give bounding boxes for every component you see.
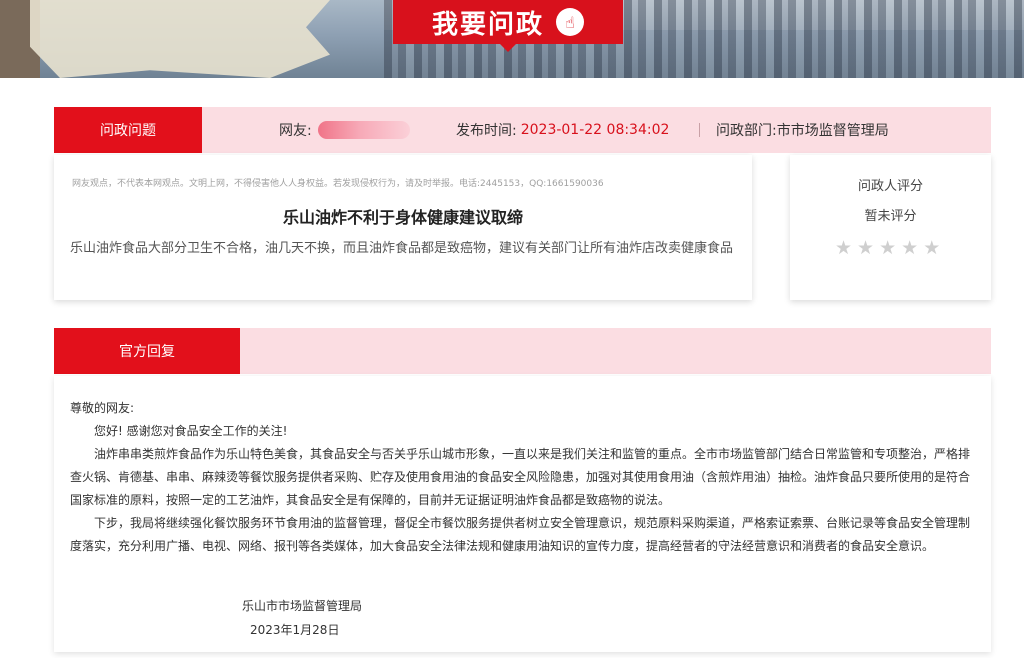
star-icon[interactable]: ★ bbox=[879, 239, 896, 258]
tab-official-reply[interactable]: 官方回复 bbox=[54, 328, 240, 374]
banner-title: 我要问政 ☝ bbox=[393, 0, 623, 44]
banner-title-text: 我要问政 bbox=[431, 9, 544, 40]
question-publish-time: 发布时间: 2023-01-22 08:34:02 bbox=[456, 107, 669, 153]
dept-label: 问政部门: bbox=[716, 123, 777, 139]
user-label: 网友: bbox=[279, 123, 312, 139]
rating-label: 问政人评分 bbox=[857, 179, 923, 194]
meta-divider bbox=[699, 123, 700, 137]
time-label: 发布时间: bbox=[456, 123, 517, 139]
question-body: 乐山油炸食品大部分卫生不合格，油几天不换，而且油炸食品都是致癌物，建议有关部门让… bbox=[70, 241, 734, 256]
time-value: 2023-01-22 08:34:02 bbox=[520, 122, 670, 138]
disclaimer-notice: 网友观点，不代表本网观点。文明上网，不得侵害他人人身权益。若发现侵权行为，请及时… bbox=[72, 179, 604, 189]
dept-value: 市市场监督管理局 bbox=[776, 123, 889, 139]
rating-stars[interactable]: ★ ★ ★ ★ ★ bbox=[835, 239, 940, 258]
reply-signature: 乐山市市场监督管理局 bbox=[242, 599, 363, 613]
star-icon[interactable]: ★ bbox=[835, 239, 852, 258]
reply-text: 尊敬的网友: 您好! 感谢您对食品安全工作的关注! 油炸串串类煎炸食品作为乐山特… bbox=[70, 397, 975, 558]
star-icon[interactable]: ★ bbox=[857, 239, 874, 258]
reply-card: 尊敬的网友: 您好! 感谢您对食品安全工作的关注! 油炸串串类煎炸食品作为乐山特… bbox=[54, 376, 991, 652]
reply-paragraph: 下步，我局将继续强化餐饮服务环节食用油的监督管理，督促全市餐饮服务提供者树立安全… bbox=[70, 516, 971, 553]
question-title: 乐山油炸不利于身体健康建议取缔 bbox=[282, 208, 523, 227]
reply-date: 2023年1月28日 bbox=[250, 623, 340, 637]
question-header-bar: 问政问题 网友: 发布时间: 2023-01-22 08:34:02 问政部门:… bbox=[54, 107, 991, 153]
rating-value: 暂未评分 bbox=[864, 209, 917, 224]
tab-question[interactable]: 问政问题 bbox=[54, 107, 202, 153]
rating-card: 问政人评分 暂未评分 ★ ★ ★ ★ ★ bbox=[790, 155, 991, 300]
star-icon[interactable]: ★ bbox=[901, 239, 918, 258]
user-name-redacted bbox=[317, 121, 410, 139]
reply-paragraph: 油炸串串类煎炸食品作为乐山特色美食，其食品安全与否关乎乐山城市形象，一直以来是我… bbox=[70, 447, 971, 507]
question-department: 问政部门: 市市场监督管理局 bbox=[716, 107, 889, 153]
banner-map-image bbox=[30, 0, 330, 78]
reply-paragraph: 您好! 感谢您对食品安全工作的关注! bbox=[94, 424, 288, 438]
banner-title-pointer bbox=[500, 44, 516, 52]
reply-greeting: 尊敬的网友: bbox=[70, 401, 135, 415]
reply-header-bar: 官方回复 bbox=[54, 328, 991, 374]
hand-pointer-icon: ☝ bbox=[556, 8, 584, 36]
star-icon[interactable]: ★ bbox=[923, 239, 940, 258]
question-user: 网友: bbox=[279, 107, 410, 153]
question-card: 网友观点，不代表本网观点。文明上网，不得侵害他人人身权益。若发现侵权行为，请及时… bbox=[54, 155, 752, 300]
